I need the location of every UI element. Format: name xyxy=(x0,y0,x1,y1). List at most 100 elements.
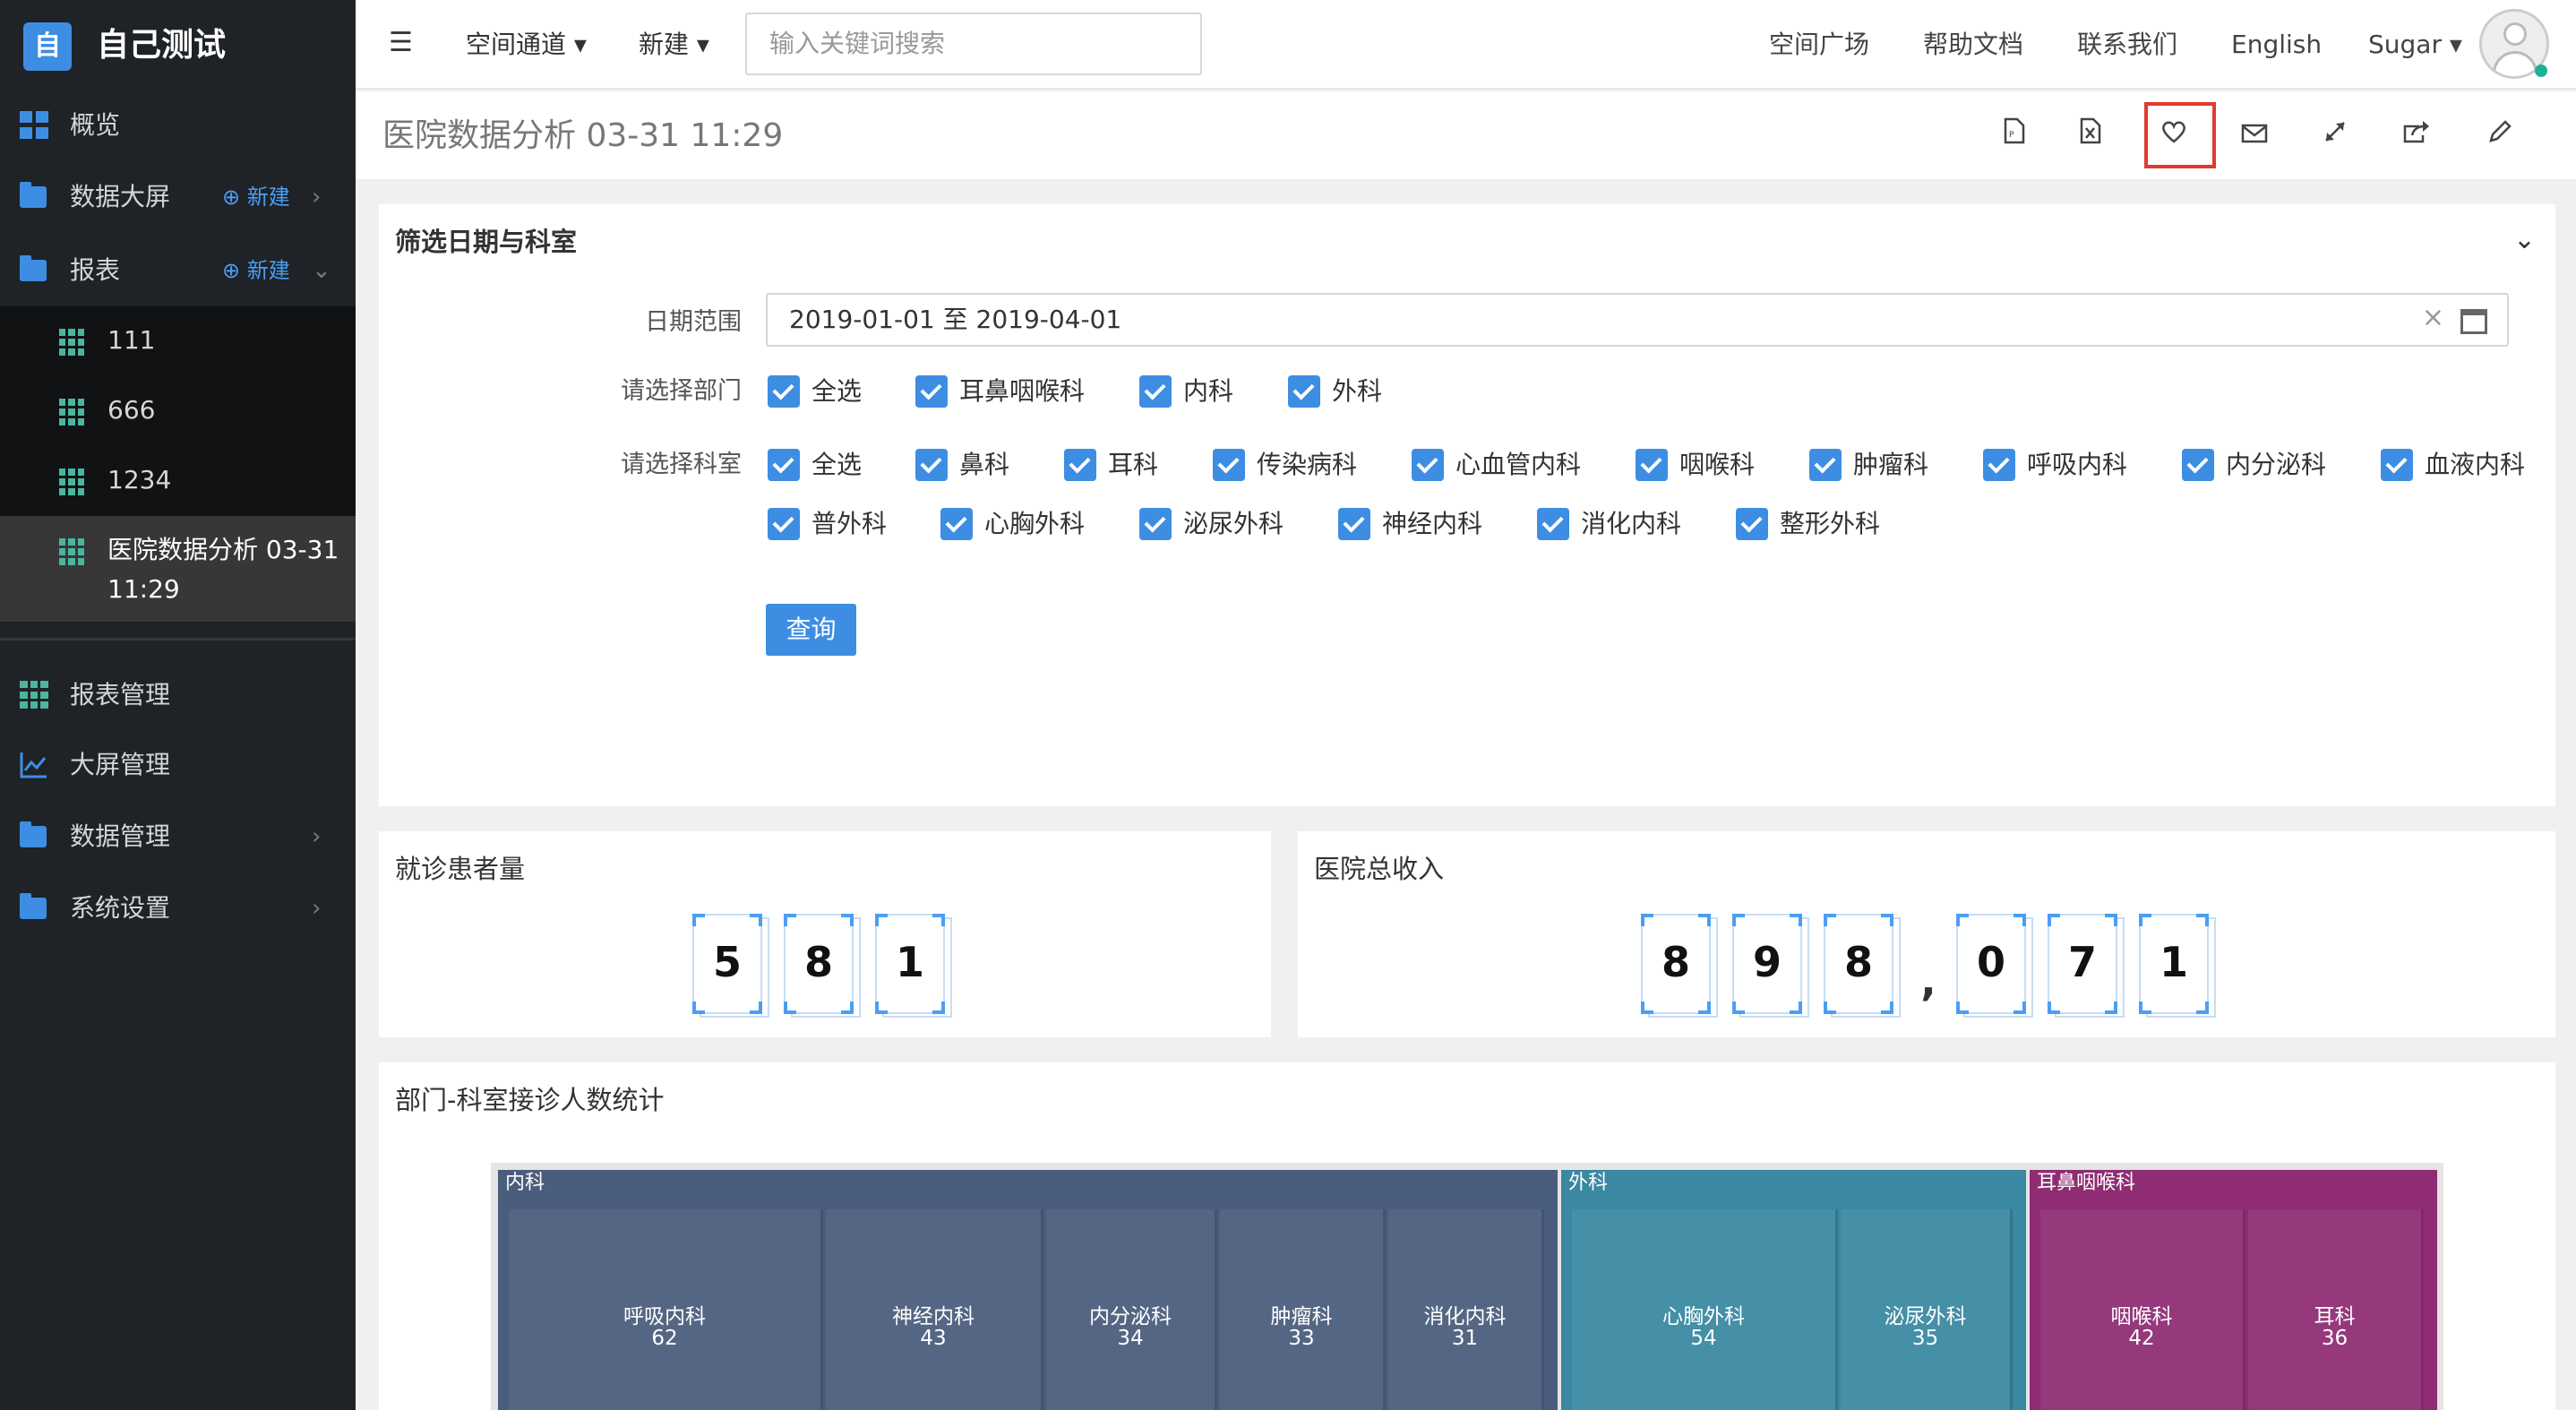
income-kpi-panel: 医院总收入 8 9 8 , 0 7 1 xyxy=(1298,831,2555,1037)
checkbox-checked-icon xyxy=(1288,375,1320,408)
sidebar-item-bigscreen[interactable]: 数据大屏 ⊕ 新建 › xyxy=(0,161,356,233)
clear-icon[interactable]: × xyxy=(2422,300,2444,336)
dept-checkbox[interactable]: 外科 xyxy=(1288,374,1382,409)
table-icon xyxy=(59,469,84,495)
sidebar-item-overview[interactable]: 概览 xyxy=(0,90,356,161)
page-header: 医院数据分析 03-31 11:29 P xyxy=(356,91,2576,181)
checkbox-checked-icon xyxy=(2182,449,2214,481)
space-square-link[interactable]: 空间广场 xyxy=(1769,25,1869,64)
language-link[interactable]: English xyxy=(2231,25,2322,64)
dept-checkbox[interactable]: 内科 xyxy=(1139,374,1233,409)
dept-checkbox[interactable]: 耳鼻咽喉科 xyxy=(915,374,1085,409)
office-checkbox[interactable]: 咽喉科 xyxy=(1636,447,1755,483)
chevron-right-icon: › xyxy=(312,895,322,922)
sidebar-subitem-report[interactable]: 111 xyxy=(0,306,356,376)
bigscreen-new-button[interactable]: ⊕ 新建 xyxy=(222,179,290,215)
treemap-cell-value: 42 xyxy=(2128,1327,2155,1350)
office-checkbox[interactable]: 消化内科 xyxy=(1537,506,1681,542)
office-checkbox[interactable]: 泌尿外科 xyxy=(1139,506,1284,542)
sidebar-item-report-mgmt[interactable]: 报表管理 xyxy=(0,659,356,731)
digit-value: 8 xyxy=(803,938,833,986)
office-checkbox[interactable]: 全选 xyxy=(768,447,862,483)
sidebar-item-data-mgmt[interactable]: 数据管理 › xyxy=(0,801,356,873)
treemap-cell[interactable]: 咽喉科 42 xyxy=(2040,1209,2245,1410)
income-digit-counter: 8 9 8 , 0 7 1 xyxy=(1641,914,2230,1048)
sidebar-toggle-icon[interactable]: ☰ xyxy=(389,27,413,58)
digit-tile: 9 xyxy=(1732,914,1809,1018)
office-checkbox[interactable]: 传染病科 xyxy=(1213,447,1357,483)
calendar-icon[interactable] xyxy=(2460,309,2487,334)
date-range-picker[interactable]: 2019-01-01 至 2019-04-01 × xyxy=(766,293,2509,347)
export-pdf-icon[interactable]: P xyxy=(1995,116,2034,156)
filter-panel-title: 筛选日期与科室 xyxy=(395,227,578,257)
office-checkbox[interactable]: 耳科 xyxy=(1064,447,1158,483)
patients-digit-counter: 5 8 1 xyxy=(692,914,966,1018)
line-chart-icon xyxy=(20,751,48,779)
folder-icon xyxy=(20,893,48,923)
office-checkbox[interactable]: 心胸外科 xyxy=(940,506,1085,542)
checkbox-label: 肿瘤科 xyxy=(1853,450,1929,479)
table-icon xyxy=(59,538,84,565)
treemap-cell[interactable]: 泌尿外科 35 xyxy=(1841,1209,2013,1410)
sidebar-item-label: 报表 xyxy=(70,255,121,285)
chevron-down-icon: ⌄ xyxy=(312,257,331,284)
office-checkbox[interactable]: 呼吸内科 xyxy=(1983,447,2127,483)
edit-pencil-icon[interactable] xyxy=(2480,116,2520,156)
sidebar-subitem-report[interactable]: 1234 xyxy=(0,446,356,516)
treemap-cell[interactable]: 呼吸内科 62 xyxy=(509,1209,823,1410)
sidebar-subitem-report[interactable]: 666 xyxy=(0,376,356,446)
treemap-group[interactable]: 耳鼻咽喉科 咽喉科 42 耳科 36 xyxy=(2030,1170,2437,1410)
chevron-right-icon: › xyxy=(312,184,322,211)
export-excel-icon[interactable] xyxy=(2071,116,2110,156)
treemap-cell[interactable]: 耳科 36 xyxy=(2248,1209,2424,1410)
sidebar-subitem-label: 111 xyxy=(107,325,156,355)
help-docs-link[interactable]: 帮助文档 xyxy=(1923,25,2023,64)
checkbox-checked-icon xyxy=(915,449,948,481)
checkbox-checked-icon xyxy=(1338,508,1370,540)
share-icon[interactable] xyxy=(2396,116,2435,156)
email-icon[interactable] xyxy=(2235,116,2274,156)
treemap-cell[interactable]: 肿瘤科 33 xyxy=(1220,1209,1386,1410)
brand: 自 自己测试 xyxy=(0,0,356,90)
fullscreen-icon[interactable] xyxy=(2315,116,2355,156)
checkbox-label: 传染病科 xyxy=(1257,450,1358,479)
sidebar-item-label: 数据大屏 xyxy=(70,182,171,211)
treemap-cell-value: 54 xyxy=(1690,1327,1717,1350)
income-kpi-title: 医院总收入 xyxy=(1314,854,1445,884)
folder-icon xyxy=(20,255,48,285)
search-input[interactable]: 输入关键词搜索 xyxy=(745,13,1202,75)
office-checkbox[interactable]: 内分泌科 xyxy=(2182,447,2326,483)
checkbox-checked-icon xyxy=(1983,449,2015,481)
treemap-cell[interactable]: 消化内科 31 xyxy=(1388,1209,1544,1410)
office-checkbox[interactable]: 整形外科 xyxy=(1736,506,1880,542)
treemap-cell[interactable]: 心胸外科 54 xyxy=(1572,1209,1838,1410)
office-checkbox[interactable]: 神经内科 xyxy=(1338,506,1482,542)
date-range-value: 2019-01-01 至 2019-04-01 xyxy=(789,305,1122,334)
treemap-cell[interactable]: 神经内科 43 xyxy=(826,1209,1043,1410)
new-dropdown[interactable]: 新建 ▾ xyxy=(639,25,709,64)
sidebar-subitem-report-active[interactable]: 医院数据分析 03-31 11:29 xyxy=(0,516,356,622)
office-checkbox[interactable]: 肿瘤科 xyxy=(1809,447,1928,483)
office-checkbox[interactable]: 心血管内科 xyxy=(1412,447,1581,483)
space-channel-dropdown[interactable]: 空间通道 ▾ xyxy=(466,25,587,64)
treemap-group[interactable]: 内科 呼吸内科 62 神经内科 43 内分泌科 34 肿瘤科 33 消化内科 31 xyxy=(498,1170,1558,1410)
collapse-chevron-icon[interactable]: ⌄ xyxy=(2513,224,2536,255)
user-menu[interactable]: Sugar ▾ xyxy=(2368,25,2462,64)
treemap-cell-label: 神经内科 xyxy=(892,1305,975,1328)
dashboard-icon xyxy=(20,111,48,140)
sidebar-item-screen-mgmt[interactable]: 大屏管理 xyxy=(0,729,356,801)
office-checkbox[interactable]: 普外科 xyxy=(768,506,887,542)
treemap-group[interactable]: 外科 心胸外科 54 泌尿外科 35 xyxy=(1561,1170,2026,1410)
contact-link[interactable]: 联系我们 xyxy=(2077,25,2177,64)
checkbox-checked-icon xyxy=(1139,508,1172,540)
office-checkbox[interactable]: 血液内科 xyxy=(2381,447,2525,483)
reports-new-button[interactable]: ⊕ 新建 xyxy=(222,253,290,288)
treemap-cell-label: 呼吸内科 xyxy=(623,1305,706,1328)
treemap-cell[interactable]: 内分泌科 34 xyxy=(1046,1209,1217,1410)
sidebar-item-reports[interactable]: 报表 ⊕ 新建 ⌄ xyxy=(0,235,356,306)
sidebar-item-sys-settings[interactable]: 系统设置 › xyxy=(0,873,356,944)
dept-checkbox[interactable]: 全选 xyxy=(768,374,862,409)
office-checkbox[interactable]: 鼻科 xyxy=(915,447,1009,483)
treemap-cell-label: 心胸外科 xyxy=(1662,1305,1745,1328)
query-button[interactable]: 查询 xyxy=(766,604,856,656)
